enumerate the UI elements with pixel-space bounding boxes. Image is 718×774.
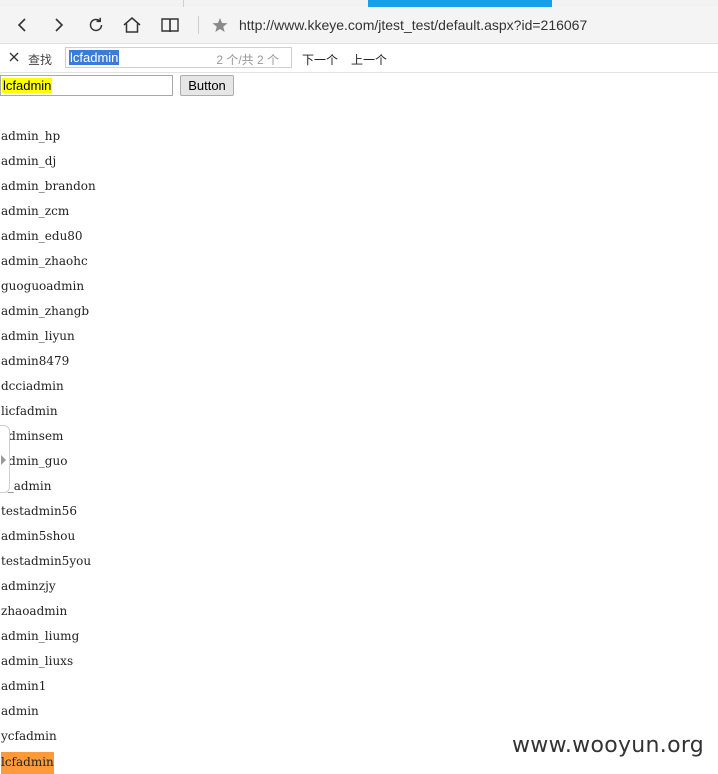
refresh-icon (89, 17, 103, 32)
find-bar: 查找 lcfadmin 2 个/共 2 个 下一个 上一个 (0, 44, 718, 73)
back-button[interactable] (9, 12, 35, 38)
list-item: admin8479 (1, 354, 70, 368)
tab-separator (183, 0, 184, 7)
browser-window: http://www.kkeye.com/jtest_test/default.… (0, 0, 718, 774)
address-bar[interactable]: http://www.kkeye.com/jtest_test/default.… (239, 17, 587, 33)
list-item: licfadmin (1, 404, 58, 418)
list-item: admin_dj (1, 154, 57, 168)
submit-button[interactable]: Button (180, 75, 234, 96)
list-item: admin_zhaohc (1, 254, 88, 268)
list-item: admin_guo (1, 454, 68, 468)
book-icon (161, 18, 179, 33)
find-close-button[interactable] (7, 50, 21, 64)
list-item: adminsem (1, 429, 64, 443)
list-item: admin_zhangb (1, 304, 90, 318)
username-input[interactable]: lcfadmin (0, 75, 173, 96)
browser-toolbar: http://www.kkeye.com/jtest_test/default.… (0, 7, 718, 44)
home-button[interactable] (119, 12, 145, 38)
watermark: www.wooyun.org (512, 733, 705, 758)
list-item: admin5shou (1, 529, 76, 543)
list-item: admin_liumg (1, 629, 80, 643)
list-item: guoguoadmin (1, 279, 85, 293)
find-input-value: lcfadmin (69, 50, 120, 65)
username-input-value: lcfadmin (2, 78, 53, 93)
list-item: zhaoadmin (1, 604, 68, 618)
active-tab-indicator[interactable] (368, 0, 552, 7)
chevron-right-icon (1, 455, 6, 465)
toolbar-divider (198, 16, 199, 34)
list-item: testadmin56 (1, 504, 77, 518)
star-icon (212, 18, 228, 32)
forward-arrow-icon (55, 18, 64, 32)
list-item: admin_zcm (1, 204, 70, 218)
find-next-button[interactable]: 下一个 (302, 51, 338, 68)
list-item: testadmin5you (1, 554, 92, 568)
list-item: admin1 (1, 679, 47, 693)
find-input[interactable]: lcfadmin 2 个/共 2 个 (65, 47, 292, 68)
find-match-count: 2 个/共 2 个 (216, 53, 279, 67)
favorite-button[interactable] (209, 14, 231, 36)
list-item: admin_liyun (1, 329, 75, 343)
list-item: admin_edu80 (1, 229, 83, 243)
reading-view-button[interactable] (157, 12, 183, 38)
refresh-button[interactable] (83, 12, 109, 38)
forward-button[interactable] (46, 12, 72, 38)
list-item: dcciadmin (1, 379, 64, 393)
find-label: 查找 (28, 53, 53, 67)
tab-strip (0, 0, 718, 7)
result-list: admin_hp admin_dj admin_brandon admin_zc… (1, 128, 96, 774)
list-item: ycfadmin (1, 729, 57, 743)
list-item: c_admin (1, 479, 52, 493)
list-item: admin_liuxs (1, 654, 74, 668)
find-previous-button[interactable]: 上一个 (351, 51, 387, 68)
find-match-highlight: lcfadmin (1, 752, 54, 774)
home-icon (123, 17, 141, 33)
list-item-highlighted: lcfadmin (1, 752, 96, 774)
back-arrow-icon (17, 18, 26, 32)
list-item: admin_hp (1, 129, 61, 143)
side-panel-handle[interactable] (0, 425, 10, 493)
list-item: admin_brandon (1, 179, 96, 193)
list-item: admin (1, 704, 39, 718)
list-item: adminzjy (1, 579, 56, 593)
close-icon (9, 52, 19, 62)
